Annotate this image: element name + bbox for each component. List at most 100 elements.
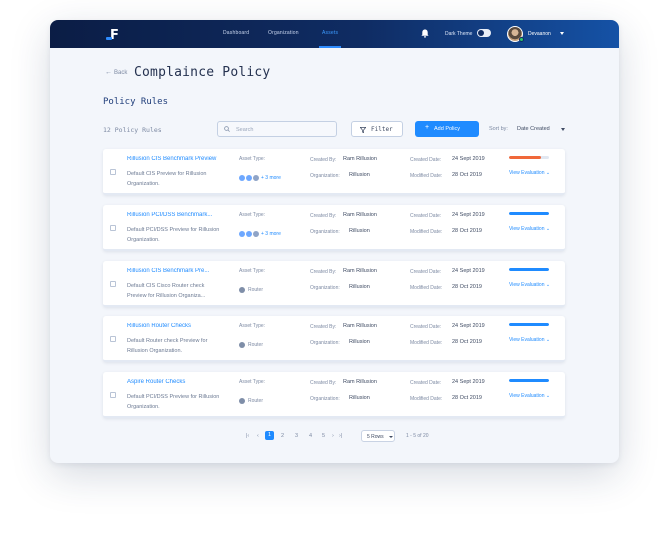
modified-date-label: Modified Date:: [410, 229, 443, 235]
created-by-label: Created By:: [310, 324, 337, 330]
progress-fill: [509, 323, 549, 326]
first-page-button[interactable]: |‹: [246, 433, 249, 439]
search-box[interactable]: [217, 121, 337, 137]
asset-type-value: Router: [248, 286, 264, 293]
organization-label: Organization:: [310, 173, 340, 179]
modified-date-label: Modified Date:: [410, 340, 443, 346]
sort-chevron-down-icon[interactable]: [561, 128, 565, 131]
policy-description: Default PCI/DSS Preview for Rillusion Or…: [127, 227, 220, 243]
asset-type-cell: + 3 more: [239, 225, 281, 237]
created-date-value: 24 Sept 2019: [452, 268, 485, 274]
page-title: Complaince Policy: [134, 65, 271, 80]
row-checkbox[interactable]: [110, 392, 116, 398]
nav-link-assets[interactable]: Assets: [322, 30, 338, 36]
row-checkbox[interactable]: [110, 225, 116, 231]
notification-bell-icon[interactable]: [421, 29, 429, 38]
progress-fill: [509, 212, 549, 215]
policy-name-link[interactable]: Rillusion PCI/DSS Benchmark...: [127, 212, 229, 218]
asset-chip-icon: [253, 174, 259, 181]
rows-per-page-select[interactable]: 5 Rows: [361, 430, 395, 442]
created-by-value: Ram Rillusion: [343, 268, 377, 274]
asset-type-cell: Router: [239, 336, 263, 348]
asset-type-label: Asset Type:: [239, 323, 266, 329]
evaluation-progress-bar: [509, 379, 549, 382]
created-by-label: Created By:: [310, 213, 337, 219]
view-evaluation-label: View Evaluation: [509, 226, 545, 232]
user-avatar[interactable]: [507, 26, 524, 42]
user-menu-chevron-down-icon[interactable]: [560, 32, 564, 35]
back-label: Back: [114, 70, 128, 76]
search-input[interactable]: [236, 125, 331, 134]
modified-date-label: Modified Date:: [410, 396, 443, 402]
asset-type-cell: Router: [239, 281, 263, 293]
created-date-label: Created Date:: [410, 324, 442, 330]
policy-name-link[interactable]: Rillusion CIS Benchmark Preview: [127, 156, 229, 162]
evaluation-progress-bar: [509, 156, 549, 159]
view-evaluation-link[interactable]: View Evaluation ⌄: [509, 337, 550, 343]
asset-type-label: Asset Type:: [239, 156, 266, 162]
page-button-1[interactable]: 1: [265, 431, 274, 440]
created-date-value: 24 Sept 2019: [452, 212, 485, 218]
view-evaluation-link[interactable]: View Evaluation ⌄: [509, 393, 550, 399]
page-button-5[interactable]: 5: [322, 433, 325, 439]
created-date-value: 24 Sept 2019: [452, 323, 485, 329]
back-link[interactable]: ← Back: [105, 69, 127, 76]
policy-card[interactable]: Rillusion CIS Benchmark Pre... Default CI…: [103, 261, 565, 307]
filter-button[interactable]: Filter: [351, 121, 403, 137]
add-policy-label: Add Policy: [434, 126, 460, 132]
modified-date-value: 28 Oct 2019: [452, 228, 482, 234]
brand-logo[interactable]: F: [106, 26, 124, 43]
view-evaluation-label: View Evaluation: [509, 282, 545, 288]
app-window: F Dashboard Organization Assets Dark The…: [50, 20, 619, 463]
row-checkbox[interactable]: [110, 336, 116, 342]
active-nav-indicator: [319, 46, 341, 48]
created-by-value: Ram Rillusion: [343, 323, 377, 329]
add-policy-button[interactable]: + Add Policy: [415, 121, 479, 137]
last-page-button[interactable]: ›|: [339, 433, 342, 439]
modified-date-value: 28 Oct 2019: [452, 172, 482, 178]
policy-card[interactable]: Rillusion Router Checks Default Router ch…: [103, 316, 565, 362]
policy-description: Default CIS Cisco Router check Preview f…: [127, 283, 206, 299]
organization-value: Rillusion: [349, 284, 370, 290]
page-button-4[interactable]: 4: [309, 433, 312, 439]
dark-theme-toggle[interactable]: [477, 29, 491, 37]
created-by-label: Created By:: [310, 157, 337, 163]
chevron-down-icon: ⌄: [545, 337, 551, 343]
row-checkbox[interactable]: [110, 169, 116, 175]
policy-card[interactable]: Rillusion PCI/DSS Benchmark... Default PC…: [103, 205, 565, 251]
next-page-button[interactable]: ›: [332, 433, 334, 439]
view-evaluation-link[interactable]: View Evaluation ⌄: [509, 170, 550, 176]
view-evaluation-label: View Evaluation: [509, 170, 545, 176]
more-assets-link[interactable]: + 3 more: [261, 231, 281, 237]
policy-card[interactable]: Aspire Router Checks Default PCI/DSS Prev…: [103, 372, 565, 418]
created-by-value: Ram Rillusion: [343, 156, 377, 162]
created-date-label: Created Date:: [410, 157, 442, 163]
asset-chip-icon: [246, 174, 252, 181]
nav-link-dashboard[interactable]: Dashboard: [223, 30, 249, 36]
user-name[interactable]: Devaanon: [528, 31, 551, 37]
view-evaluation-label: View Evaluation: [509, 337, 545, 343]
page-button-2[interactable]: 2: [281, 433, 284, 439]
policy-name-link[interactable]: Rillusion Router Checks: [127, 323, 229, 329]
policy-name-link[interactable]: Rillusion CIS Benchmark Pre...: [127, 268, 229, 274]
organization-value: Rillusion: [349, 228, 370, 234]
organization-value: Rillusion: [349, 172, 370, 178]
policy-description: Default CIS Preview for Rillusion Organi…: [127, 171, 207, 187]
online-status-dot: [519, 37, 524, 42]
row-checkbox[interactable]: [110, 281, 116, 287]
policy-card[interactable]: Rillusion CIS Benchmark Preview Default C…: [103, 149, 565, 195]
page-button-3[interactable]: 3: [295, 433, 298, 439]
prev-page-button[interactable]: ‹: [257, 433, 259, 439]
evaluation-progress-bar: [509, 268, 549, 271]
organization-label: Organization:: [310, 229, 340, 235]
sort-select[interactable]: Date Created: [517, 126, 550, 132]
view-evaluation-link[interactable]: View Evaluation ⌄: [509, 226, 550, 232]
more-assets-link[interactable]: + 3 more: [261, 175, 281, 181]
created-by-label: Created By:: [310, 380, 337, 386]
funnel-icon: [360, 127, 366, 133]
evaluation-progress-bar: [509, 323, 549, 326]
nav-link-organization[interactable]: Organization: [268, 30, 299, 36]
policy-name-link[interactable]: Aspire Router Checks: [127, 379, 229, 385]
view-evaluation-link[interactable]: View Evaluation ⌄: [509, 282, 550, 288]
modified-date-value: 28 Oct 2019: [452, 284, 482, 290]
